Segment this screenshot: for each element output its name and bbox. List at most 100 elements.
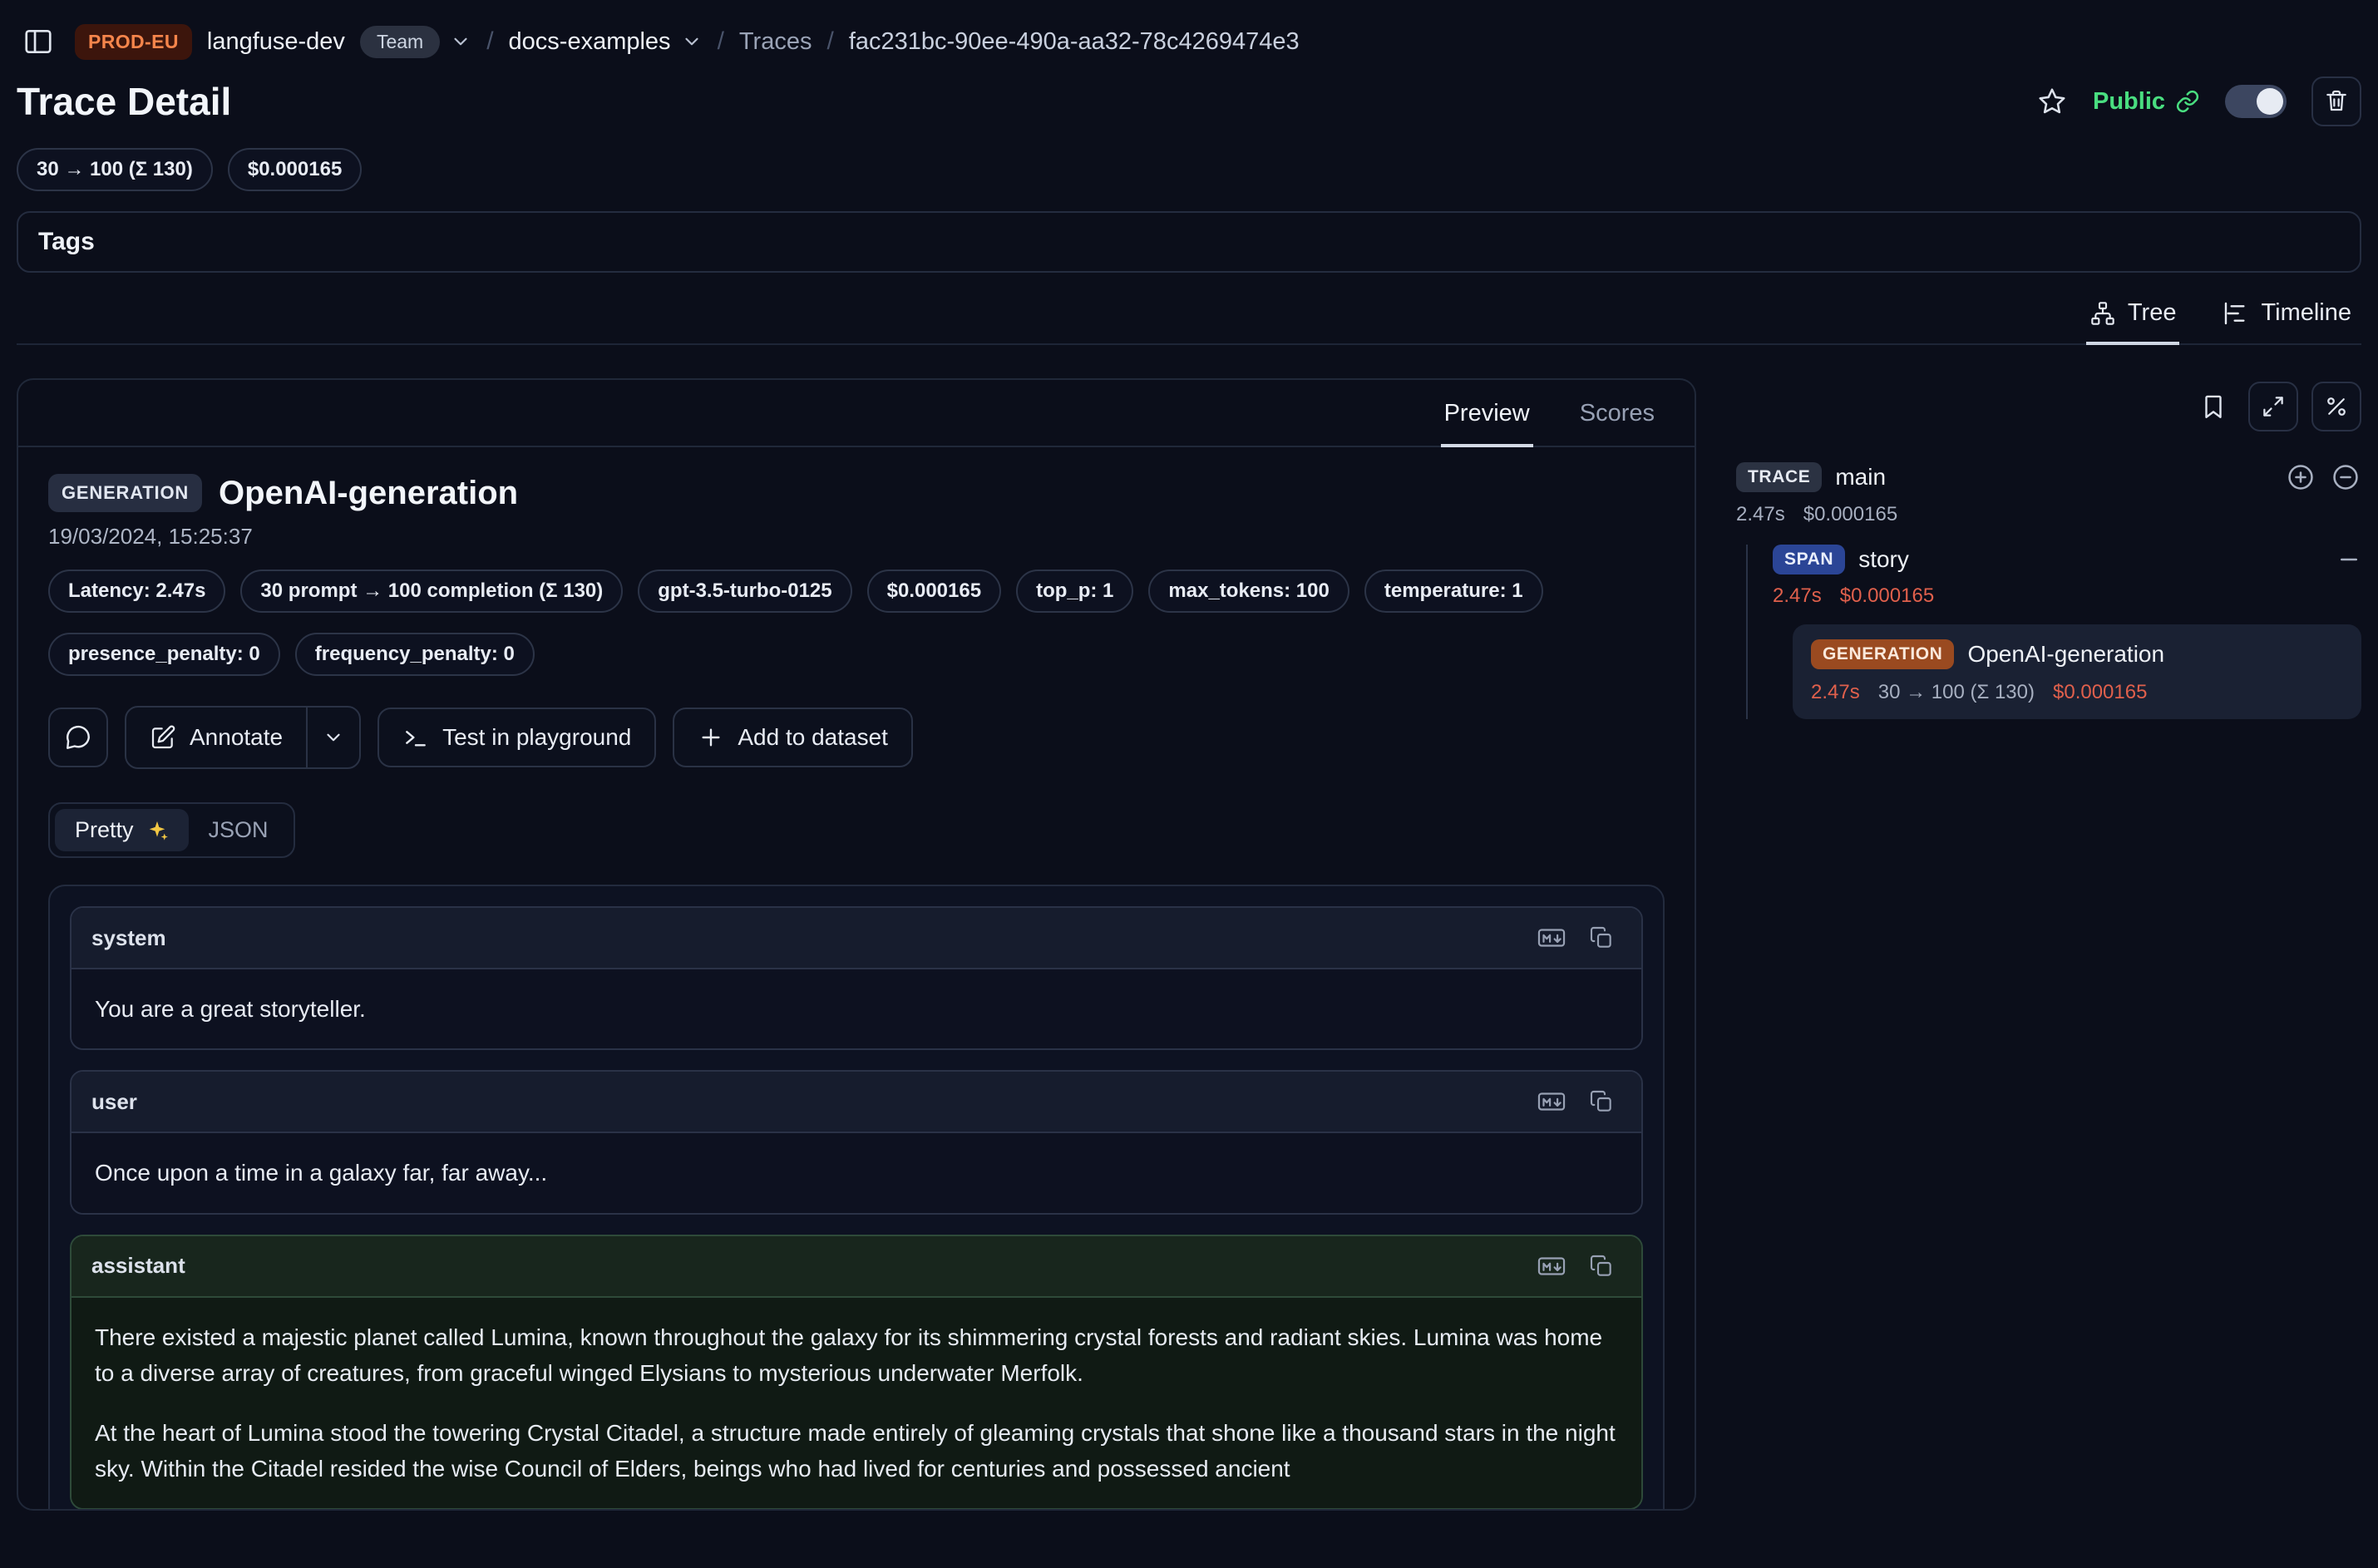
- environment-badge: PROD-EU: [75, 24, 192, 60]
- view-tabs: Tree Timeline: [17, 299, 2361, 345]
- json-label: JSON: [209, 817, 269, 843]
- tab-scores[interactable]: Scores: [1576, 380, 1658, 447]
- trace-detail-page: PROD-EU langfuse-dev Team / docs-example…: [0, 0, 2378, 1568]
- preview-body: GENERATION OpenAI-generation 19/03/2024,…: [18, 447, 1695, 1509]
- markdown-toggle-icon[interactable]: [1532, 1083, 1571, 1120]
- message-text: At the heart of Lumina stood the towerin…: [95, 1415, 1618, 1487]
- tab-preview[interactable]: Preview: [1441, 380, 1533, 447]
- message-system: system You are a great s: [70, 906, 1643, 1050]
- markdown-toggle-icon[interactable]: [1532, 920, 1571, 956]
- minus-icon: [2336, 547, 2361, 572]
- token-usage-pill: 30 → 100 (Σ 130): [17, 148, 213, 191]
- tags-section[interactable]: Tags: [17, 211, 2361, 273]
- message-content: Once upon a time in a galaxy far, far aw…: [72, 1132, 1641, 1212]
- format-toggle: Pretty JSON: [48, 802, 295, 858]
- annotate-split-button: Annotate: [125, 706, 361, 769]
- pen-square-icon: [150, 724, 176, 751]
- observation-title-row: GENERATION OpenAI-generation: [48, 474, 1665, 512]
- message-role: assistant: [91, 1253, 185, 1279]
- messages-container: system You are a great s: [48, 885, 1665, 1509]
- top-p-pill: top_p: 1: [1016, 570, 1133, 613]
- breadcrumb-separator: /: [718, 27, 724, 56]
- metrics-toggle-button[interactable]: [2311, 382, 2361, 431]
- observation-timestamp: 19/03/2024, 15:25:37: [48, 524, 1665, 550]
- message-header: assistant: [72, 1236, 1641, 1296]
- markdown-toggle-icon[interactable]: [1532, 1248, 1571, 1284]
- collapse-node-button[interactable]: [2336, 547, 2361, 572]
- expand-collapse-button[interactable]: [2248, 382, 2298, 431]
- markdown-icon: [1536, 922, 1567, 954]
- cost-pill: $0.000165: [867, 570, 1001, 613]
- copy-icon[interactable]: [1581, 1248, 1621, 1284]
- chevron-down-icon: [450, 31, 471, 52]
- collapse-all-button[interactable]: [2330, 461, 2361, 493]
- expand-icon: [2261, 394, 2286, 419]
- title-actions: Public: [2036, 76, 2361, 126]
- preview-tabs: Preview Scores: [18, 380, 1695, 447]
- public-toggle[interactable]: [2225, 85, 2287, 118]
- bookmark-button[interactable]: [2192, 382, 2235, 431]
- pretty-label: Pretty: [75, 817, 134, 843]
- generation-tokens: 30 → 100 (Σ 130): [1878, 681, 2035, 704]
- trace-latency: 2.47s: [1736, 503, 1785, 526]
- public-status[interactable]: Public: [2093, 88, 2200, 116]
- frequency-penalty-pill: frequency_penalty: 0: [295, 633, 535, 676]
- message-text: Once upon a time in a galaxy far, far aw…: [95, 1155, 1618, 1191]
- org-switcher-chevron[interactable]: [450, 31, 471, 52]
- trace-metrics: 2.47s $0.000165: [1736, 503, 2361, 526]
- trace-badge: TRACE: [1736, 462, 1822, 492]
- expand-all-button[interactable]: [2285, 461, 2316, 493]
- minus-circle-icon: [2330, 461, 2361, 493]
- span-name: story: [1858, 546, 1909, 573]
- breadcrumb-org[interactable]: langfuse-dev: [207, 28, 345, 56]
- observation-type-badge: GENERATION: [48, 474, 202, 512]
- star-button[interactable]: [2036, 86, 2068, 117]
- add-to-dataset-label: Add to dataset: [738, 724, 888, 751]
- annotate-button[interactable]: Annotate: [126, 708, 306, 767]
- span-latency: 2.47s: [1773, 584, 1822, 608]
- message-content: There existed a majestic planet called L…: [72, 1296, 1641, 1509]
- observation-pills-row-2: presence_penalty: 0 frequency_penalty: 0: [48, 633, 1665, 676]
- tree-node-span[interactable]: SPAN story: [1773, 545, 2361, 574]
- message-text: There existed a majestic planet called L…: [95, 1319, 1618, 1392]
- tab-timeline[interactable]: Timeline: [2219, 299, 2355, 345]
- copy-icon: [1588, 1253, 1615, 1280]
- tree-controls: [1736, 378, 2361, 431]
- title-row: Trace Detail Public: [17, 76, 2361, 126]
- copy-icon: [1588, 1088, 1615, 1115]
- project-switcher-chevron[interactable]: [681, 31, 703, 52]
- comment-button[interactable]: [48, 708, 108, 767]
- tab-tree[interactable]: Tree: [2086, 299, 2180, 345]
- tree-node-generation[interactable]: GENERATION OpenAI-generation 2.47s 30 → …: [1793, 624, 2361, 719]
- tags-label: Tags: [38, 228, 95, 255]
- add-to-dataset-button[interactable]: Add to dataset: [673, 708, 913, 767]
- message-text: You are a great storyteller.: [95, 991, 1618, 1027]
- public-label: Public: [2093, 88, 2165, 116]
- message-header-icons: [1532, 1083, 1621, 1120]
- breadcrumb-project[interactable]: docs-examples: [509, 28, 671, 56]
- tree-node-trace[interactable]: TRACE main: [1736, 461, 2361, 493]
- trace-tree-panel: TRACE main 2.47s $0.000165 S: [1736, 378, 2361, 719]
- annotate-dropdown-chevron[interactable]: [306, 708, 359, 767]
- sidebar-toggle-button[interactable]: [17, 17, 60, 67]
- main-content: Preview Scores GENERATION OpenAI-generat…: [17, 378, 2361, 1511]
- delete-trace-button[interactable]: [2311, 76, 2361, 126]
- message-header-icons: [1532, 1248, 1621, 1284]
- markdown-icon: [1536, 1250, 1567, 1282]
- test-in-playground-button[interactable]: Test in playground: [377, 708, 656, 767]
- copy-icon[interactable]: [1581, 1083, 1621, 1120]
- observation-actions: Annotate Test in playground Add to datas…: [48, 706, 1665, 769]
- model-pill[interactable]: gpt-3.5-turbo-0125: [638, 570, 851, 613]
- breadcrumb-traces[interactable]: Traces: [739, 28, 812, 56]
- percent-icon: [2324, 394, 2349, 419]
- panel-left-icon: [22, 26, 54, 57]
- breadcrumb-separator: /: [826, 27, 833, 56]
- message-content: You are a great storyteller.: [72, 968, 1641, 1048]
- chevron-down-icon: [323, 727, 344, 748]
- markdown-icon: [1536, 1086, 1567, 1117]
- generation-name: OpenAI-generation: [1967, 641, 2164, 668]
- format-pretty-toggle[interactable]: Pretty: [55, 809, 189, 851]
- copy-icon[interactable]: [1581, 920, 1621, 956]
- trace-tree: TRACE main 2.47s $0.000165 S: [1736, 461, 2361, 719]
- format-json-toggle[interactable]: JSON: [189, 809, 289, 851]
